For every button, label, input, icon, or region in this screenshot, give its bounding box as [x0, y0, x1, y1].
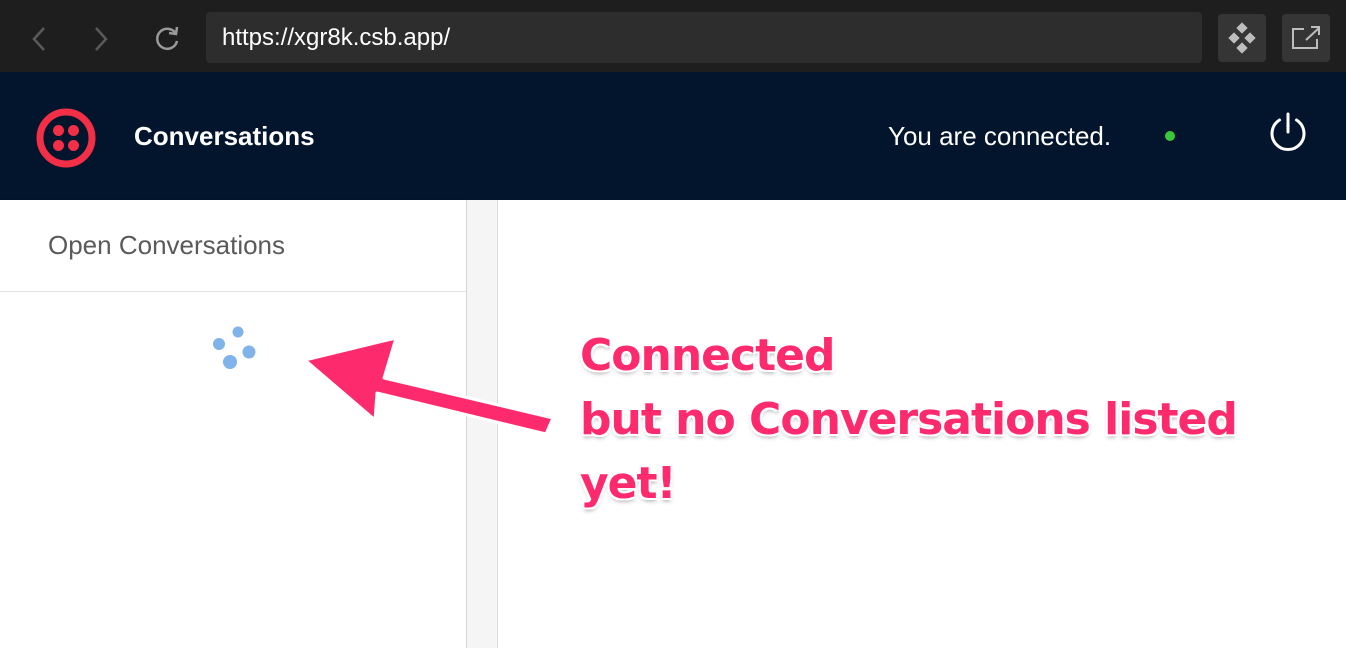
annotation-line-2: but no Conversations listed [580, 394, 1238, 445]
open-external-icon [1292, 26, 1320, 49]
open-external-button[interactable] [1282, 14, 1330, 62]
connection-status-dot [1165, 131, 1175, 141]
reload-icon [156, 26, 179, 51]
url-text: https://xgr8k.csb.app/ [222, 23, 451, 51]
back-button[interactable] [22, 22, 56, 56]
reload-button[interactable] [150, 22, 184, 56]
url-field[interactable]: https://xgr8k.csb.app/ [206, 12, 1202, 63]
forward-button[interactable] [84, 22, 118, 56]
twilio-logo-icon [36, 108, 96, 168]
annotation-line-3: yet! [580, 458, 677, 509]
annotation-callout: Connected but no Conversations listed ye… [580, 324, 1320, 516]
annotation-line-1: Connected [580, 330, 835, 381]
loading-spinner-icon [213, 326, 256, 369]
connection-status-text: You are connected. [888, 121, 1112, 151]
panel-divider [467, 200, 498, 648]
forward-arrow-icon [95, 27, 108, 51]
back-arrow-icon [32, 27, 45, 51]
app-header: Conversations You are connected. [0, 72, 1346, 200]
app-title: Conversations [134, 121, 315, 151]
sidebar-title: Open Conversations [0, 200, 466, 292]
power-icon[interactable] [1266, 110, 1310, 154]
codesandbox-button[interactable] [1218, 14, 1266, 62]
conversations-sidebar: Open Conversations [0, 200, 467, 648]
browser-toolbar: https://xgr8k.csb.app/ [0, 0, 1346, 72]
codesandbox-icon [1228, 22, 1256, 54]
